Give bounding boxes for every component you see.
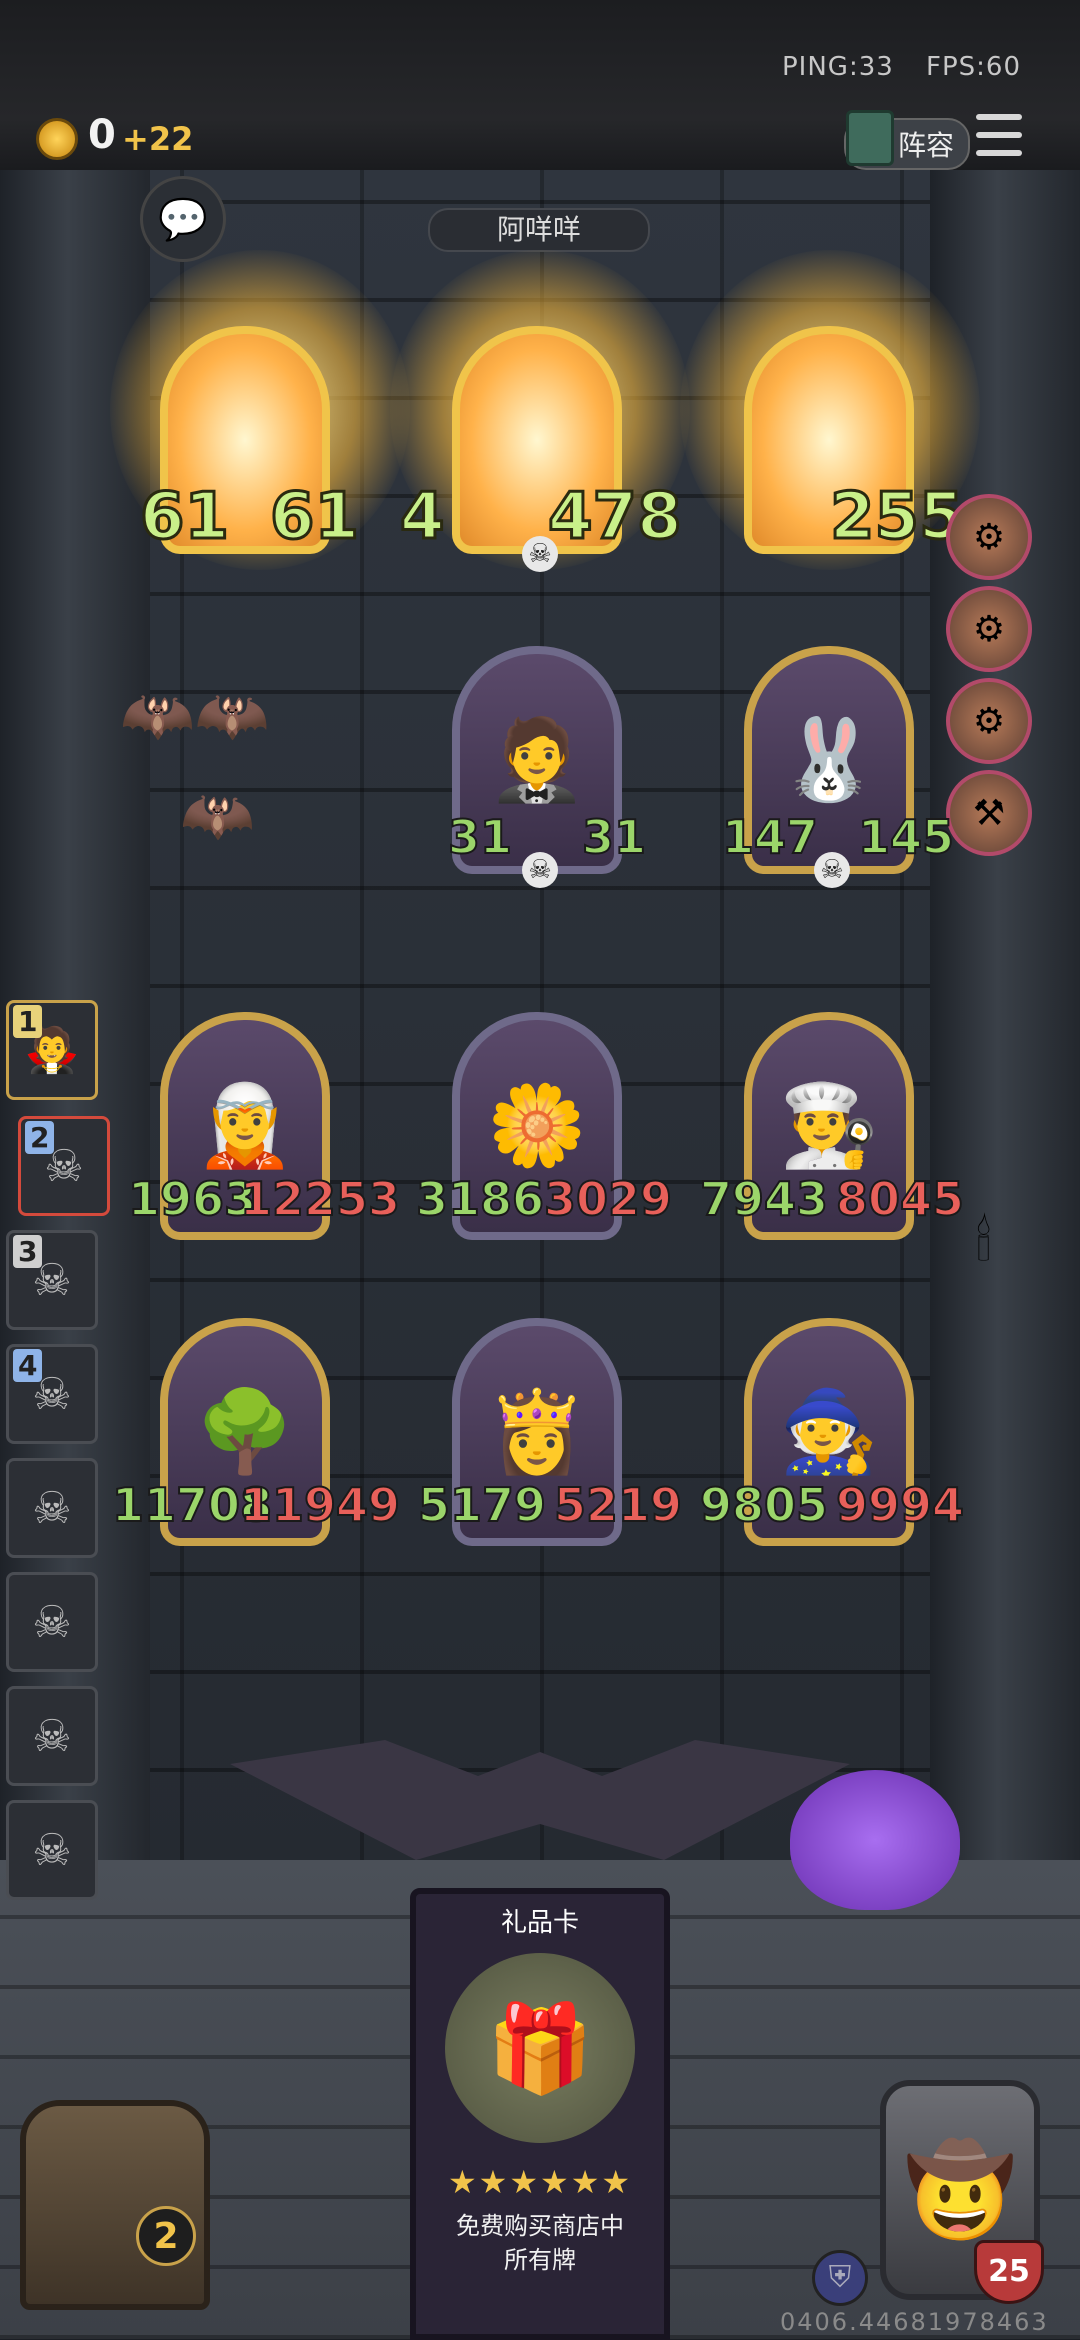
player-health: 3029 [543,1171,673,1227]
skull-icon: ☠ [814,852,850,888]
lineup-label: 阵容 [898,129,955,162]
slot-number: 1 [13,1005,43,1038]
roster-slot[interactable]: 4 ☠ [6,1344,98,1444]
bat-swarm-icon: 🦇🦇 [120,681,270,751]
player-health: 12253 [239,1171,401,1227]
player-health: 5219 [553,1477,683,1533]
purple-slime-icon [790,1770,960,1910]
enemy-health: 145 [857,809,955,865]
roster-slot[interactable]: ☠ [6,1572,98,1672]
torch-icon: 🕯 [976,1210,992,1273]
enemy-attack: 61 [138,479,230,556]
roster-slot[interactable]: ☠ [6,1458,98,1558]
skull-icon: ☠ [522,852,558,888]
gift-card[interactable]: 礼品卡 🎁 ★★★★★★ 免费购买商店中 所有牌 [410,1888,670,2340]
gold-gain: +22 [122,120,194,158]
crown-coin-icon [36,118,78,160]
chat-button[interactable]: 💬 [140,176,226,262]
cannon-skill-icon[interactable]: ⚙ [946,494,1032,580]
player-health: 9994 [835,1477,965,1533]
gold-amount: 0 [88,112,116,158]
slot-number: 4 [13,1349,43,1382]
skull-icon: ☠ [32,1596,72,1648]
star-rating: ★★★★★★ [447,2163,633,2201]
ping-readout: PING:33 [782,52,894,82]
roster-slot[interactable]: 1 🧛 [6,1000,98,1100]
player-attack: 9805 [699,1477,829,1533]
hamburger-icon [976,114,1022,120]
chest-count-badge: 2 [136,2206,196,2266]
enemy-health: 61 [268,479,360,556]
roster-slot[interactable]: ☠ [6,1686,98,1786]
catapult-skill-icon[interactable]: ⚒ [946,770,1032,856]
gift-card-desc-line1: 免费购买商店中 [456,2212,624,2240]
opponent-name: 阿咩咩 [428,208,650,252]
cannon-skill-icon[interactable]: ⚙ [946,678,1032,764]
skull-icon: ☠ [522,536,558,572]
player-attack: 3186 [415,1171,545,1227]
bat-swarm-icon: 🦇 [180,781,255,851]
skull-icon: ☠ [32,1824,72,1876]
player-health: 8045 [835,1171,965,1227]
gift-card-desc-line2: 所有牌 [504,2246,576,2274]
lineup-button[interactable]: 阵容 [844,110,971,170]
fps-readout: FPS:60 [926,52,1021,82]
gift-card-title: 礼品卡 [500,1908,579,1938]
cannon-skill-icon[interactable]: ⚙ [946,586,1032,672]
book-icon [846,110,894,166]
build-id: 0406.44681978463 [780,2308,1049,2336]
player-attack: 5179 [417,1477,547,1533]
player-attack: 1963 [127,1171,257,1227]
roster-slot[interactable]: 3 ☠ [6,1230,98,1330]
skull-icon: ☠ [32,1710,72,1762]
roster-slot[interactable]: ☠ [6,1800,98,1900]
skull-icon: ☠ [32,1482,72,1534]
enemy-health: 255 [829,479,966,556]
shield-icon[interactable]: ⛨ [812,2250,868,2306]
player-health: 11949 [239,1477,401,1533]
chat-bubble-icon: 💬 [158,196,208,243]
slot-number: 2 [25,1121,55,1154]
menu-button[interactable] [976,114,1026,160]
player-attack: 7943 [699,1171,829,1227]
enemy-attack: 31 [447,809,513,865]
slot-number: 3 [13,1235,43,1268]
chest-button[interactable]: 2 [20,2100,210,2310]
enemy-attack: 147 [721,809,819,865]
roster-slot[interactable]: 2 ☠ [18,1116,110,1216]
enemy-attack-partial: 4 [399,479,447,556]
gift-card-icon: 🎁 [445,1953,635,2143]
pirate-hero-icon: 🤠 [903,2137,1017,2243]
enemy-health: 31 [581,809,647,865]
enemy-health: 478 [547,479,684,556]
